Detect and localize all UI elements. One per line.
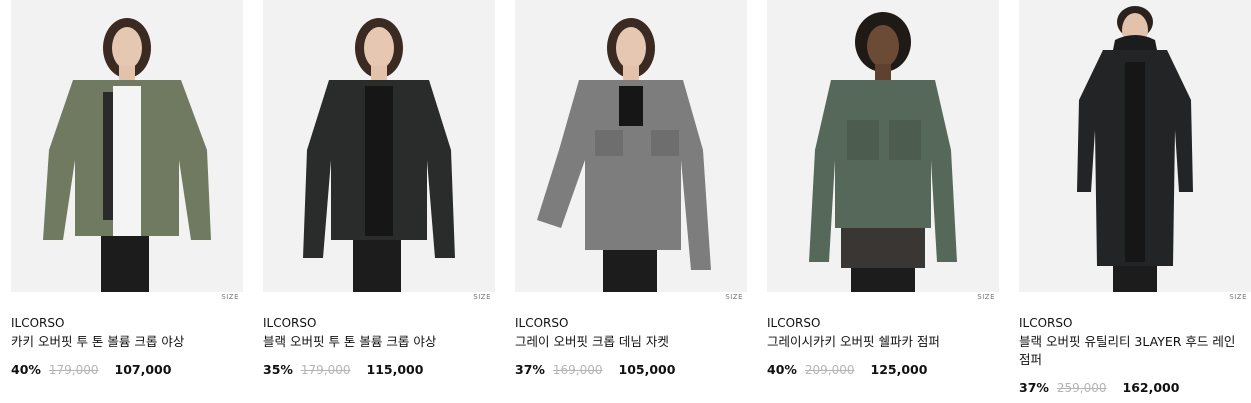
price-row: 37% 169,000 105,000 (515, 362, 675, 377)
size-label[interactable]: SIZE (977, 293, 995, 301)
model-photo (43, 18, 211, 292)
inner-shape (365, 86, 393, 236)
discount-rate: 40% (767, 362, 797, 377)
product-name[interactable]: 카키 오버핏 투 톤 볼륨 크롭 야상 (11, 333, 237, 351)
original-price: 169,000 (552, 363, 603, 377)
product-card[interactable]: SIZE ILCORSO 블랙 오버핏 투 톤 볼륨 크롭 야상 35% 179… (263, 0, 495, 377)
price-row: 40% 179,000 107,000 (11, 362, 171, 377)
pants-shape (1113, 266, 1157, 292)
brand-name[interactable]: ILCORSO (1019, 316, 1072, 330)
inner-shape (113, 86, 141, 236)
product-grid: SIZE ILCORSO 카키 오버핏 투 톤 볼륨 크롭 야상 40% 179… (0, 0, 1251, 403)
product-image[interactable] (767, 0, 999, 292)
size-label[interactable]: SIZE (1229, 293, 1247, 301)
model-photo (537, 18, 711, 292)
price-row: 37% 259,000 162,000 (1019, 380, 1179, 395)
original-price: 259,000 (1056, 381, 1107, 395)
model-photo (809, 12, 957, 292)
discount-rate: 37% (1019, 380, 1049, 395)
size-label[interactable]: SIZE (221, 293, 239, 301)
original-price: 179,000 (300, 363, 351, 377)
brand-name[interactable]: ILCORSO (767, 316, 820, 330)
sale-price: 115,000 (366, 362, 424, 377)
product-card[interactable]: SIZE ILCORSO 그레이시카키 오버핏 쉘파카 점퍼 40% 209,0… (767, 0, 999, 377)
discount-rate: 40% (11, 362, 41, 377)
price-row: 40% 209,000 125,000 (767, 362, 927, 377)
product-card[interactable]: SIZE ILCORSO 카키 오버핏 투 톤 볼륨 크롭 야상 40% 179… (11, 0, 243, 377)
discount-rate: 35% (263, 362, 293, 377)
product-image[interactable] (263, 0, 495, 292)
product-image[interactable] (1019, 0, 1251, 292)
original-price: 179,000 (48, 363, 99, 377)
sale-price: 105,000 (618, 362, 676, 377)
original-price: 209,000 (804, 363, 855, 377)
product-card[interactable]: SIZE ILCORSO 그레이 오버핏 크롭 데님 자켓 37% 169,00… (515, 0, 747, 377)
product-name[interactable]: 블랙 오버핏 투 톤 볼륨 크롭 야상 (263, 333, 489, 351)
inner-shape (1125, 62, 1145, 262)
sale-price: 162,000 (1122, 380, 1180, 395)
discount-rate: 37% (515, 362, 545, 377)
sale-price: 107,000 (114, 362, 172, 377)
model-photo (1077, 6, 1193, 292)
size-label[interactable]: SIZE (473, 293, 491, 301)
sale-price: 125,000 (870, 362, 928, 377)
product-card[interactable]: SIZE ILCORSO 블랙 오버핏 유틸리티 3LAYER 후드 레인 점퍼… (1019, 0, 1251, 395)
price-row: 35% 179,000 115,000 (263, 362, 423, 377)
product-name[interactable]: 그레이시카키 오버핏 쉘파카 점퍼 (767, 333, 993, 351)
size-label[interactable]: SIZE (725, 293, 743, 301)
inner-shape (619, 86, 643, 126)
model-photo (303, 18, 455, 292)
inner-shape (841, 228, 925, 268)
product-image[interactable] (11, 0, 243, 292)
brand-name[interactable]: ILCORSO (11, 316, 64, 330)
product-name[interactable]: 블랙 오버핏 유틸리티 3LAYER 후드 레인 점퍼 (1019, 333, 1245, 369)
brand-name[interactable]: ILCORSO (263, 316, 316, 330)
product-image[interactable] (515, 0, 747, 292)
product-name[interactable]: 그레이 오버핏 크롭 데님 자켓 (515, 333, 741, 351)
brand-name[interactable]: ILCORSO (515, 316, 568, 330)
